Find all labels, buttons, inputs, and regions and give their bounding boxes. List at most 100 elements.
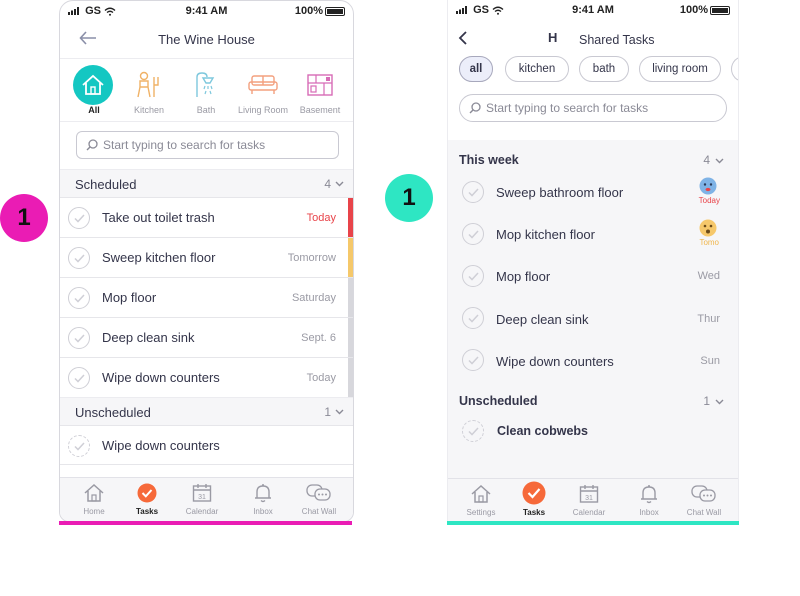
task-checkbox[interactable] [462, 223, 484, 245]
unscheduled-section-header[interactable]: Unscheduled 1 [60, 397, 353, 425]
surprised-face-icon [699, 219, 717, 237]
search-input[interactable]: Start typing to search for tasks [76, 131, 339, 159]
room-tab-label: Kitchen [133, 105, 165, 115]
filter-chip-bath[interactable]: bath [579, 56, 629, 82]
check-circle-icon [137, 483, 157, 503]
task-row[interactable]: Wipe down counters Sun [448, 340, 738, 382]
calendar-icon: 31 [192, 484, 212, 502]
task-label: Wipe down counters [102, 370, 220, 385]
task-row[interactable]: Sweep kitchen floor Tomorrow [60, 237, 353, 278]
priority-flag [348, 238, 353, 278]
checkmark-icon [467, 187, 479, 197]
task-due: Tomorrow [287, 252, 336, 264]
scheduled-section-header[interactable]: Scheduled 4 [60, 169, 353, 197]
right-phone-screen: GS 9:41 AM 100% H Shared Tasks all kitch… [447, 0, 739, 522]
tab-chat-wall[interactable]: Chat Wall [675, 479, 733, 522]
tab-label: Home [83, 507, 105, 516]
task-checkbox[interactable] [462, 349, 484, 371]
task-label: Wipe down counters [102, 438, 220, 453]
room-tab-bath[interactable]: Bath [177, 61, 235, 117]
task-row[interactable]: Mop kitchen floor Tomo [448, 214, 738, 256]
task-checkbox[interactable] [68, 367, 90, 389]
task-row[interactable]: Wipe down counters [60, 425, 353, 465]
task-checkbox[interactable] [68, 435, 90, 457]
kitchen-icon [137, 71, 159, 98]
chat-icon [691, 485, 716, 502]
left-phone-screen: GS 9:41 AM 100% The Wine House All Kitch… [59, 0, 354, 522]
svg-text:31: 31 [198, 494, 206, 501]
task-checkbox[interactable] [68, 287, 90, 309]
header: The Wine House [60, 23, 353, 59]
tab-inbox[interactable]: Inbox [234, 478, 292, 521]
check-circle-icon [522, 481, 546, 505]
tab-tasks[interactable]: Tasks [505, 479, 563, 522]
section-title: Unscheduled [75, 405, 151, 420]
tab-bar: Home Tasks 31 Calendar Inbox Chat Wall [60, 477, 353, 521]
this-week-section-header[interactable]: This week 4 [448, 152, 738, 172]
checkmark-icon [467, 229, 479, 239]
chevron-left-icon[interactable] [458, 31, 468, 45]
task-due: Sept. 6 [301, 332, 336, 344]
tab-label: Calendar [572, 508, 606, 517]
room-tab-label: Living Room [237, 105, 289, 115]
tab-calendar[interactable]: 31 Calendar [560, 479, 618, 522]
room-tab-all[interactable]: All [65, 61, 123, 117]
filter-chip-living-room[interactable]: living room [639, 56, 721, 82]
chip-label: all [469, 63, 483, 75]
header: H Shared Tasks [448, 26, 738, 52]
tab-label: Settings [466, 508, 496, 517]
search-input[interactable]: Start typing to search for tasks [459, 94, 727, 122]
badge-number: 1 [402, 184, 416, 211]
tab-inbox[interactable]: Inbox [620, 479, 678, 522]
shower-icon [196, 72, 215, 97]
task-label: Clean cobwebs [497, 424, 588, 438]
task-checkbox[interactable] [462, 181, 484, 203]
task-row[interactable]: Take out toilet trash Today [60, 197, 353, 238]
filter-chip-kitchen[interactable]: kitchen [505, 56, 569, 82]
battery-group: 100% [295, 5, 345, 17]
tab-label: Inbox [253, 507, 273, 516]
checkmark-icon [467, 426, 479, 436]
tab-home[interactable]: Home [65, 478, 123, 521]
annotation-badge-right: 1 [385, 174, 433, 222]
tab-chat-wall[interactable]: Chat Wall [290, 478, 348, 521]
checkmark-icon [467, 355, 479, 365]
tab-label: Tasks [135, 507, 159, 516]
tab-settings[interactable]: Settings [452, 479, 510, 522]
task-checkbox[interactable] [68, 207, 90, 229]
chat-icon [306, 484, 331, 501]
chip-label: living room [652, 63, 708, 75]
filter-chip-all[interactable]: all [459, 56, 493, 82]
task-row[interactable]: Mop floor Saturday [60, 277, 353, 318]
room-tab-kitchen[interactable]: Kitchen [120, 61, 178, 117]
task-checkbox[interactable] [68, 247, 90, 269]
section-count: 4 [324, 177, 331, 191]
home-icon [471, 484, 491, 503]
task-checkbox[interactable] [462, 307, 484, 329]
task-row[interactable]: Deep clean sink Thur [448, 298, 738, 340]
badge-number: 1 [17, 204, 31, 231]
task-checkbox[interactable] [68, 327, 90, 349]
room-tab-living-room[interactable]: Living Room [234, 61, 292, 117]
task-row[interactable]: Sweep bathroom floor Today [448, 172, 738, 214]
room-tab-basement[interactable]: Basement [291, 61, 349, 117]
battery-percent: 100% [294, 5, 323, 17]
task-label: Mop floor [496, 269, 551, 284]
task-label: Deep clean sink [496, 312, 589, 327]
task-row[interactable]: Clean cobwebs [448, 414, 738, 450]
task-checkbox[interactable] [462, 265, 484, 287]
unscheduled-section-header[interactable]: Unscheduled 1 [448, 393, 738, 413]
chevron-down-icon [715, 158, 724, 164]
tab-tasks[interactable]: Tasks [118, 478, 176, 521]
task-checkbox[interactable] [462, 420, 484, 442]
tab-label: Calendar [185, 507, 219, 516]
task-row[interactable]: Wipe down counters Today [60, 357, 353, 398]
divider [60, 121, 353, 122]
home-icon [84, 483, 104, 502]
tab-calendar[interactable]: 31 Calendar [173, 478, 231, 521]
task-row[interactable]: Deep clean sink Sept. 6 [60, 317, 353, 358]
chip-label: bath [592, 63, 616, 75]
task-label: Wipe down counters [496, 354, 614, 369]
mint-underline [447, 521, 739, 525]
task-row[interactable]: Mop floor Wed [448, 256, 738, 298]
